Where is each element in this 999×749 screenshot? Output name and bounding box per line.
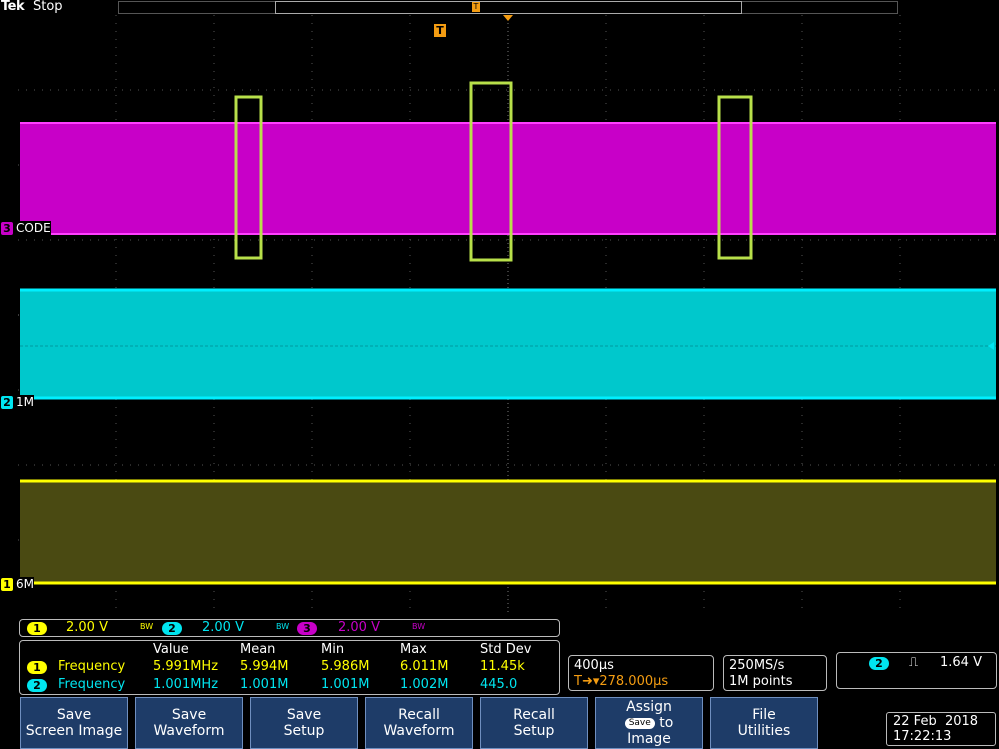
ch3-waveform: [20, 122, 996, 235]
rising-edge-icon: ⎍: [909, 655, 919, 670]
file-utilities-button[interactable]: File Utilities: [710, 697, 818, 749]
button-line1: File: [752, 707, 776, 723]
button-line2: Setup: [513, 723, 555, 739]
row1-channel-badge: 1: [27, 661, 47, 674]
ch3-badge: 3: [297, 622, 317, 635]
save-setup-button[interactable]: Save Setup: [250, 697, 358, 749]
trigger-readout[interactable]: 2 ⎍ 1.64 V: [836, 652, 997, 689]
delay-icon: T➜▾: [574, 674, 600, 689]
header-std-dev: Std Dev: [480, 642, 532, 657]
ch1-bw-icon: BW: [140, 622, 154, 631]
ch1-badge: 1: [27, 622, 47, 635]
channel-scale-bar[interactable]: 1 2.00 V BW 2 2.00 V BW 3 2.00 V BW: [19, 619, 560, 637]
ch3-label: CODE: [13, 221, 51, 235]
ch2-waveform: [20, 289, 996, 399]
row2-max: 1.002M: [400, 677, 449, 692]
row1-max: 6.011M: [400, 659, 449, 674]
ch2-badge: 2: [162, 622, 182, 635]
header-mean: Mean: [240, 642, 276, 657]
ch3-volts: 2.00 V: [338, 620, 380, 635]
ch2-number: 2: [1, 396, 13, 409]
button-line1: Save: [171, 707, 207, 723]
waveform-display[interactable]: [18, 15, 998, 615]
button-line1: Assign: [626, 699, 672, 715]
row1-value: 5.991MHz: [153, 659, 219, 674]
sample-rate: 250MS/s: [729, 658, 785, 673]
row2-channel-badge: 2: [27, 679, 47, 692]
row2-mean: 1.001M: [240, 677, 289, 692]
ch2-bw-icon: BW: [276, 622, 290, 631]
ch2-label: 1M: [13, 395, 34, 409]
record-view-window[interactable]: [275, 1, 742, 14]
acquisition-readout[interactable]: 250MS/s 1M points: [723, 655, 827, 691]
button-line1: Save: [56, 707, 92, 723]
button-line1: Recall: [513, 707, 555, 723]
ch2-volts: 2.00 V: [202, 620, 244, 635]
time: 17:22:13: [893, 729, 952, 744]
recall-waveform-button[interactable]: Recall Waveform: [365, 697, 473, 749]
button-line2: Waveform: [383, 723, 455, 739]
header-max: Max: [400, 642, 427, 657]
row1-name: Frequency: [58, 659, 126, 674]
save-pill-icon: Save: [624, 717, 655, 729]
acquisition-status: Stop: [33, 0, 63, 14]
ch3-bw-icon: BW: [412, 622, 426, 631]
date-time-display: 22 Feb 2018 17:22:13: [886, 712, 996, 746]
date: 22 Feb 2018: [893, 714, 979, 729]
ch1-volts: 2.00 V: [66, 620, 108, 635]
save-waveform-button[interactable]: Save Waveform: [135, 697, 243, 749]
timebase-readout[interactable]: 400µs T➜▾278.000µs: [568, 655, 714, 691]
button-line1: Recall: [398, 707, 440, 723]
record-trigger-icon: T: [472, 2, 480, 12]
horizontal-delay: 278.000µs: [599, 674, 669, 689]
record-length: 1M points: [729, 674, 793, 689]
button-line2: Screen Image: [25, 723, 123, 739]
recall-setup-button[interactable]: Recall Setup: [480, 697, 588, 749]
ch1-waveform: [20, 480, 996, 583]
button-line2: Image: [627, 731, 671, 747]
ch1-marker[interactable]: 1 6M: [1, 577, 34, 591]
row1-mean: 5.994M: [240, 659, 289, 674]
top-status-bar: Tek Stop T: [0, 0, 999, 15]
button-line2: Utilities: [737, 723, 791, 739]
row1-min: 5.986M: [321, 659, 370, 674]
header-min: Min: [321, 642, 345, 657]
button-line2: Setup: [283, 723, 325, 739]
button-mid: to: [659, 715, 674, 731]
trigger-level: 1.64 V: [940, 655, 982, 670]
brand-logo: Tek: [1, 0, 25, 14]
button-line2: Waveform: [153, 723, 225, 739]
ch1-number: 1: [1, 578, 13, 591]
ch2-marker[interactable]: 2 1M: [1, 395, 34, 409]
ch3-marker[interactable]: 3 CODE: [1, 221, 51, 235]
row2-std-dev: 445.0: [480, 677, 518, 692]
assign-save-button[interactable]: Assign Save to Image: [595, 697, 703, 749]
row2-min: 1.001M: [321, 677, 370, 692]
trigger-marker-icon: T: [434, 24, 446, 37]
horizontal-scale: 400µs: [574, 658, 614, 673]
measurement-table[interactable]: Value Mean Min Max Std Dev 1 Frequency 5…: [19, 640, 560, 695]
row1-std-dev: 11.45k: [480, 659, 525, 674]
ch3-number: 3: [1, 222, 13, 235]
header-value: Value: [153, 642, 189, 657]
save-screen-image-button[interactable]: Save Screen Image: [20, 697, 128, 749]
ch1-label: 6M: [13, 577, 34, 591]
row2-name: Frequency: [58, 677, 126, 692]
button-line1: Save: [286, 707, 322, 723]
row2-value: 1.001MHz: [153, 677, 219, 692]
trigger-source-badge: 2: [869, 657, 889, 670]
